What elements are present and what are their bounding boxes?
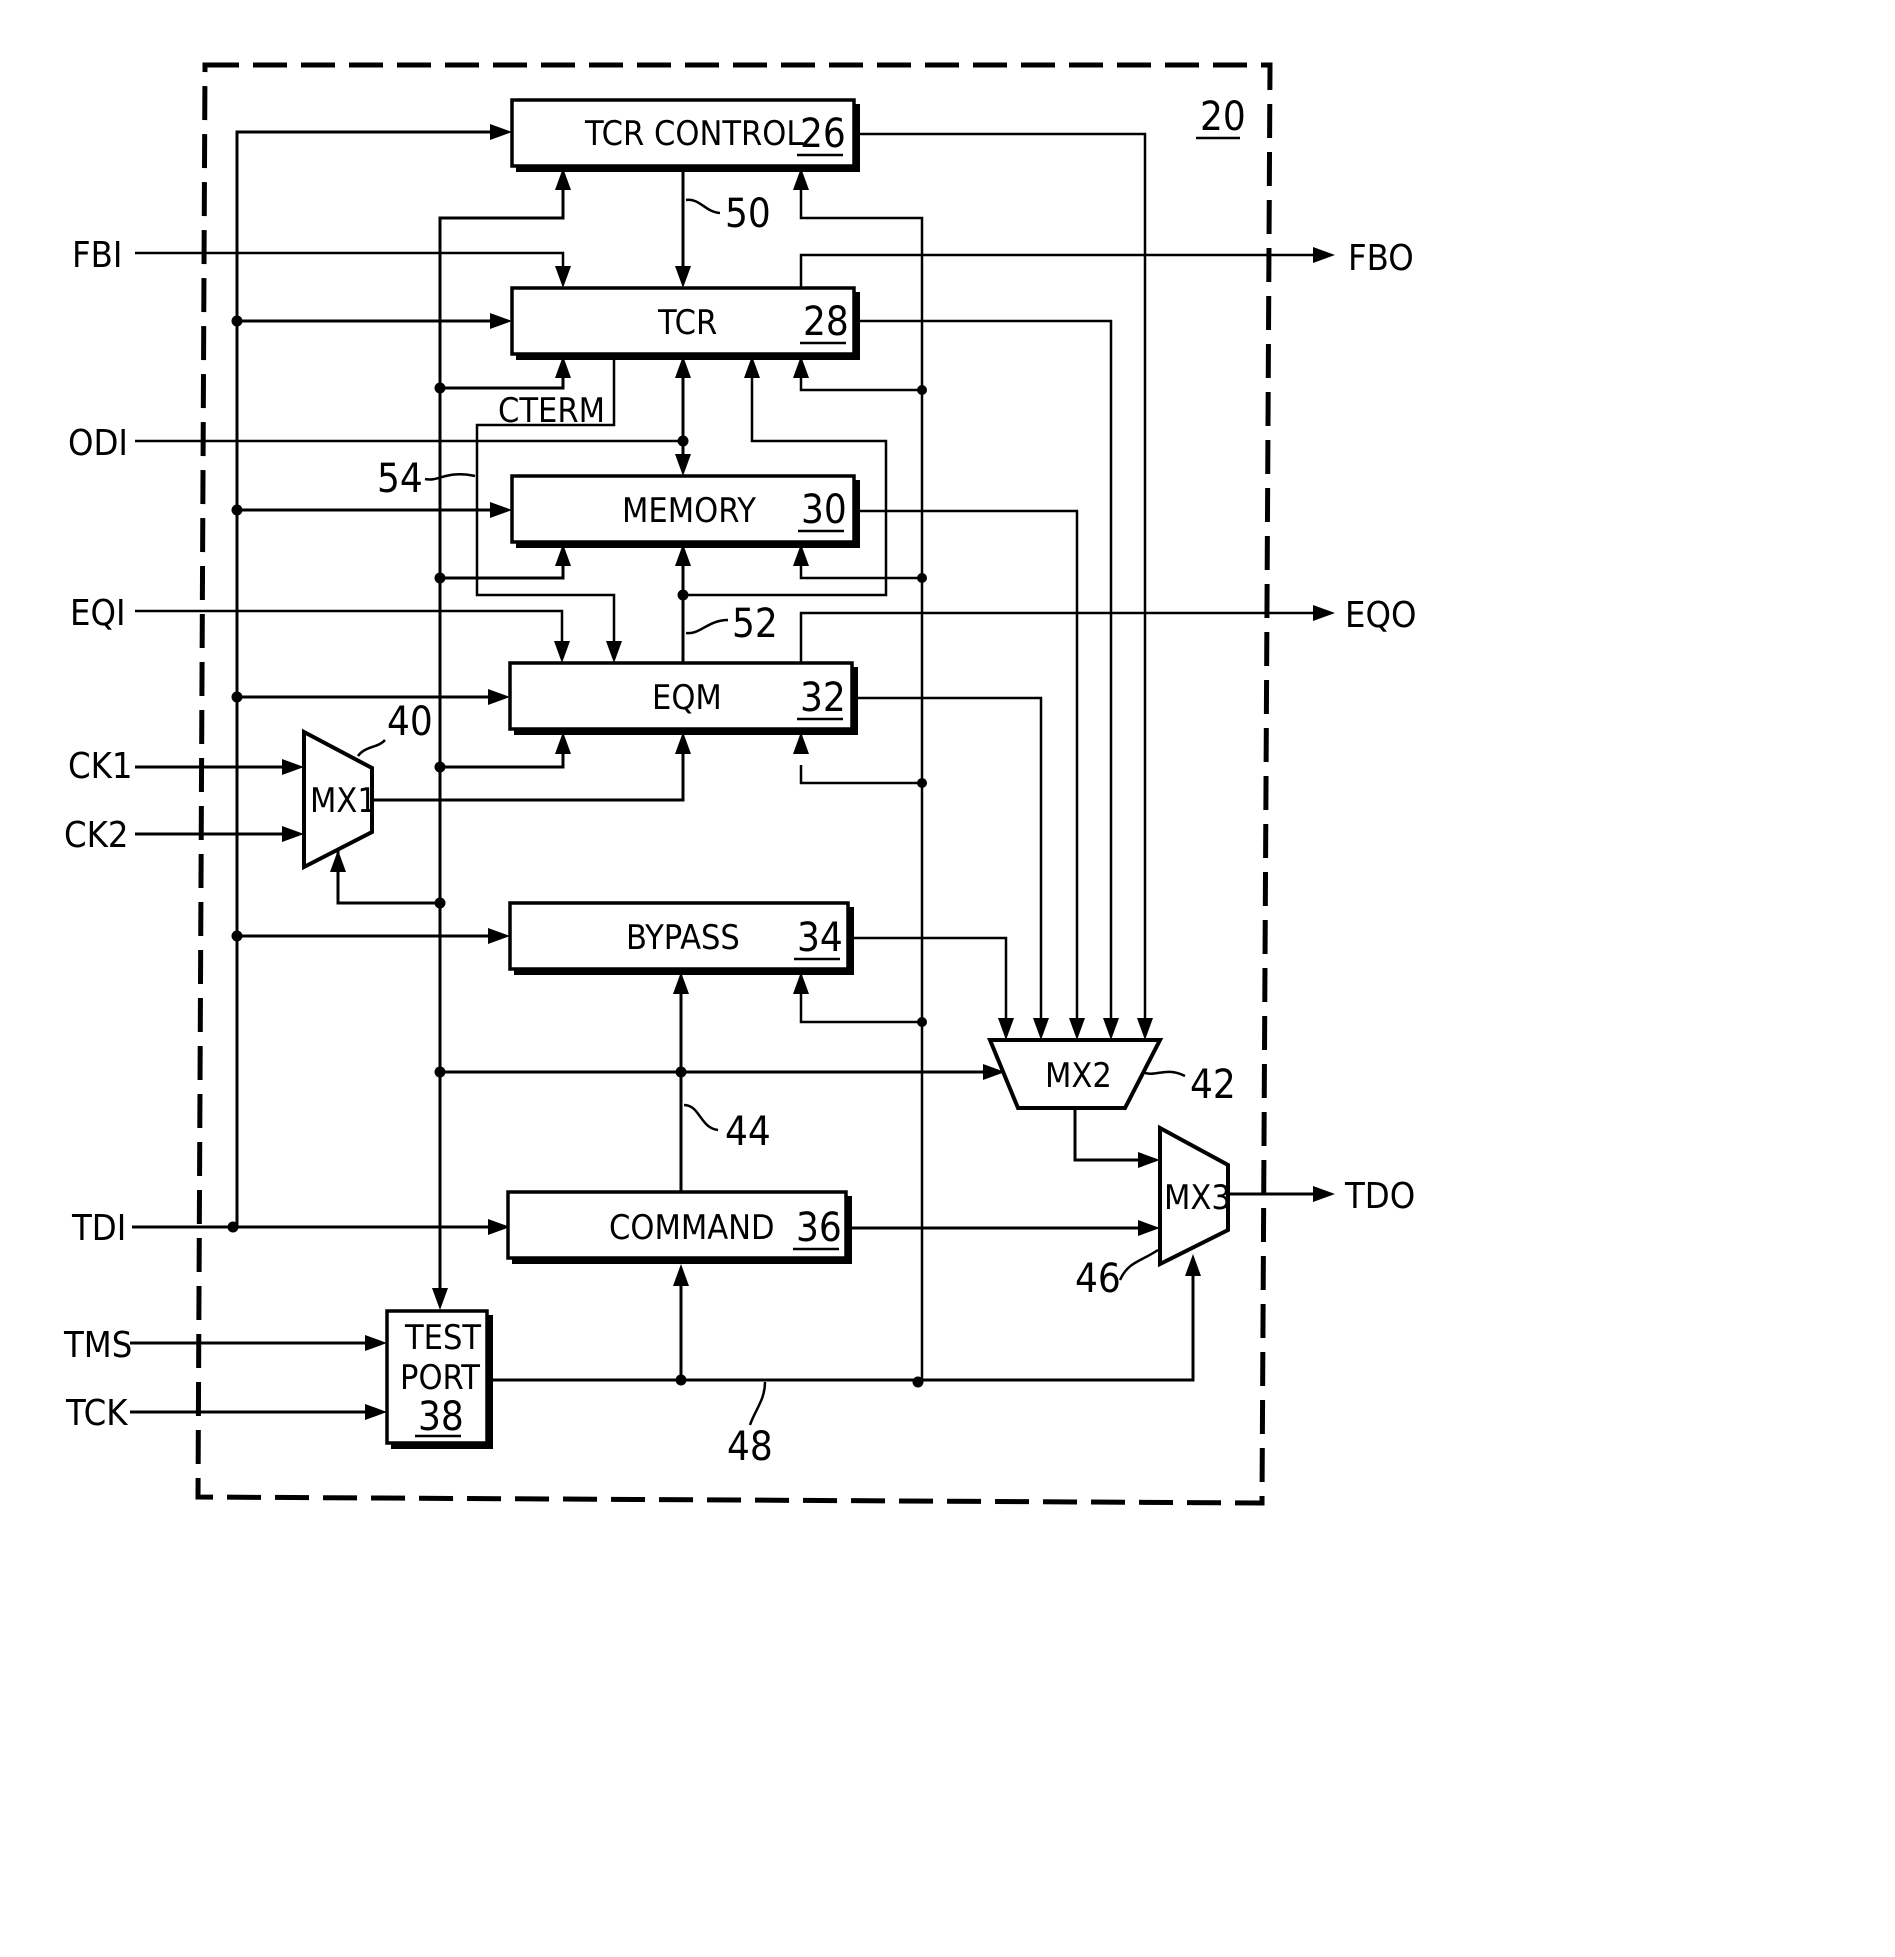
input-label-tdi: TDI (71, 1208, 126, 1249)
input-label-ck2: CK2 (64, 815, 128, 856)
leader-50 (685, 198, 721, 215)
ref-42: 42 (1190, 1062, 1236, 1108)
block-ref: 28 (803, 299, 849, 345)
input-label-eqi: EQI (70, 593, 126, 634)
mux-mx1: MX1 (302, 728, 377, 871)
block-ref: 30 (801, 487, 847, 533)
mux-label: MX2 (1045, 1056, 1112, 1096)
ref-44: 44 (725, 1109, 771, 1155)
block-label-line2: PORT (400, 1358, 480, 1398)
ref-48: 48 (727, 1424, 773, 1470)
block-command: COMMAND 36 (506, 1190, 852, 1264)
output-label-fbo: FBO (1348, 238, 1414, 279)
block-eqm: EQM 32 (508, 661, 858, 735)
leader-52 (685, 618, 729, 635)
block-memory: MEMORY 30 (510, 474, 860, 548)
ref-54: 54 (377, 456, 423, 502)
ref-52: 52 (732, 601, 778, 647)
leader-40 (356, 739, 386, 757)
block-label-line1: TEST (404, 1318, 481, 1358)
block-test-port: TEST PORT 38 (385, 1309, 493, 1449)
block-ref: 36 (796, 1205, 842, 1251)
input-label-fbi: FBI (72, 235, 122, 276)
output-label-eqo: EQO (1345, 595, 1416, 636)
block-ref: 38 (418, 1394, 464, 1440)
leader-44 (683, 1103, 719, 1132)
block-bypass: BYPASS 34 (508, 901, 854, 975)
cterm-label: CTERM (498, 391, 605, 431)
ref-40: 40 (387, 699, 433, 745)
block-ref: 26 (800, 111, 846, 157)
mux-mx2: MX2 (987, 1038, 1164, 1110)
block-label: TCR (657, 303, 717, 343)
mux-label: MX1 (310, 781, 377, 821)
mux-mx3: MX3 (1158, 1124, 1231, 1268)
input-label-tms: TMS (63, 1325, 132, 1366)
input-label-odi: ODI (68, 423, 128, 464)
ref-50: 50 (725, 191, 771, 237)
block-label: COMMAND (609, 1208, 775, 1248)
block-label: MEMORY (622, 491, 756, 531)
block-label: TCR CONTROL (584, 114, 803, 154)
block-tcr-control: TCR CONTROL 26 (510, 98, 860, 172)
leader-42 (1142, 1070, 1186, 1078)
mux-label: MX3 (1164, 1178, 1231, 1218)
input-label-ck1: CK1 (68, 746, 132, 787)
block-label: BYPASS (626, 918, 740, 958)
leader-48 (748, 1381, 767, 1426)
output-label-tdo: TDO (1344, 1176, 1415, 1217)
block-tcr: TCR 28 (510, 286, 860, 360)
leader-46 (1118, 1248, 1159, 1281)
ref-46: 46 (1075, 1256, 1121, 1302)
scan-test-circuit-diagram: 20 FBI ODI EQI CK1 CK2 TDI TMS TCK FBO E… (63, 62, 1416, 1506)
leader-54 (424, 473, 476, 481)
block-ref: 32 (800, 675, 846, 721)
device-ref-number: 20 (1200, 94, 1246, 140)
block-ref: 34 (797, 915, 843, 961)
block-label: EQM (652, 678, 722, 718)
input-label-tck: TCK (65, 1393, 128, 1434)
